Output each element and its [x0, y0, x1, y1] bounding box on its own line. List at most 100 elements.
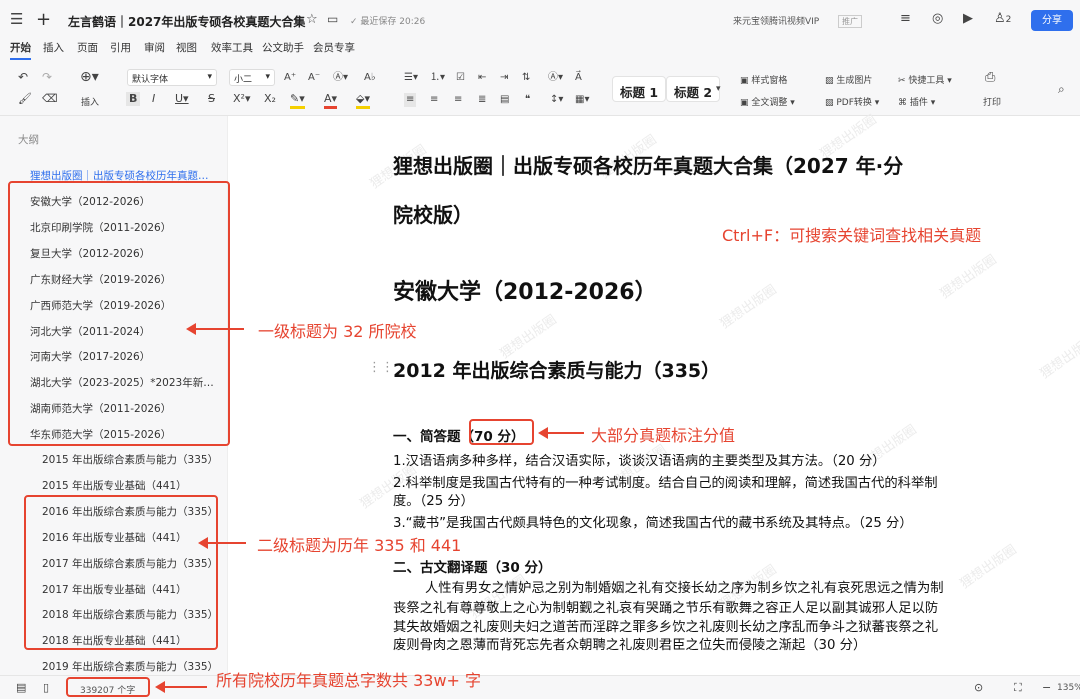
align-center-icon[interactable]: ≡: [430, 93, 438, 107]
print-label[interactable]: 打印: [983, 95, 1001, 108]
users-icon[interactable]: ♙2: [994, 12, 1011, 27]
numbered-list-icon[interactable]: ⒈▾: [430, 71, 445, 85]
doc-heading-1: 安徽大学（2012-2026）: [393, 280, 657, 305]
fullscreen-icon[interactable]: ⛶: [1014, 681, 1022, 695]
border-icon[interactable]: ▦▾: [575, 93, 589, 107]
toolbar-ribbon: ↶ ↷ 🖌 ⌫ ⊕▾ 插入 默认字体 ▾ 小二 ▾ A⁺ A⁻ Ⓐ▾ A♭ B I …: [0, 62, 1080, 116]
shrink-font-icon[interactable]: A⁻: [308, 71, 320, 85]
word-count-arrow: [155, 681, 207, 693]
generate-image-button[interactable]: ▨ 生成图片: [825, 73, 872, 86]
distribute-icon[interactable]: ▤: [500, 93, 509, 107]
undo-icon[interactable]: ↶: [18, 70, 28, 84]
question-1: 1.汉语语病多种多样，结合汉语实际，谈谈汉语语病的主要类型及其方法。（20 分）: [393, 454, 886, 469]
shading-icon[interactable]: ⬙▾: [356, 92, 370, 109]
chinese-layout-icon[interactable]: Ⓐ▾: [548, 71, 563, 85]
promo-badge: 推广: [838, 15, 862, 28]
drag-handle-icon[interactable]: ⋮⋮: [368, 360, 394, 375]
outline-toggle-icon[interactable]: ▤: [16, 681, 26, 695]
quote-icon[interactable]: ❝: [525, 93, 530, 107]
page-icon[interactable]: ▯: [43, 681, 49, 695]
zoom-level[interactable]: 135%: [1057, 683, 1080, 693]
share-button[interactable]: 分享: [1031, 10, 1073, 31]
question-2: 2.科举制度是我国古代特有的一种考试制度。结合自己的阅读和理解，简述我国古代的科…: [393, 476, 938, 491]
grid-icon[interactable]: ☰: [10, 12, 23, 27]
font-color-icon[interactable]: A▾: [324, 92, 338, 109]
tab-5[interactable]: 视图: [176, 40, 197, 55]
year-list-highlight: [24, 495, 218, 650]
style-window-button[interactable]: ▣ 样式窗格: [740, 73, 787, 86]
tab-7[interactable]: 公文助手: [262, 40, 304, 55]
full-adjust-button[interactable]: ▣ 全文调整 ▾: [740, 95, 795, 108]
font-family-value: 默认字体: [132, 75, 169, 85]
insert-plus-icon[interactable]: ⊕▾: [80, 70, 99, 84]
heading1-style[interactable]: 标题 1: [612, 76, 667, 102]
new-tab-button[interactable]: +: [36, 9, 51, 30]
heading2-style[interactable]: 标题 2: [666, 76, 721, 102]
quick-tools-button[interactable]: ✂ 快捷工具 ▾: [898, 73, 952, 86]
phonetic-icon[interactable]: A♭: [364, 71, 376, 85]
italic-button[interactable]: I: [152, 92, 155, 106]
outline-year-item[interactable]: 2015 年出版专业基础（441）: [42, 478, 222, 493]
font-size-select[interactable]: 小二 ▾: [229, 69, 275, 86]
document-title[interactable]: 左言鹤语｜2027年出版专硕各校真题大合集: [68, 13, 305, 30]
spacing-icon[interactable]: ↕▾: [550, 93, 563, 107]
redo-icon[interactable]: ↷: [42, 70, 52, 84]
strikethrough-button[interactable]: S: [208, 92, 215, 106]
vip-promo-link[interactable]: 来元宝领腾讯视频VIP: [733, 14, 819, 27]
align-left-icon[interactable]: ≡: [404, 93, 417, 107]
full-adjust-label: 全文调整: [751, 98, 788, 108]
tab-2[interactable]: 页面: [77, 40, 98, 55]
bullet-list-icon[interactable]: ☰▾: [404, 71, 418, 85]
format-painter-icon[interactable]: 🖌: [18, 92, 32, 106]
insert-label[interactable]: 插入: [81, 95, 99, 108]
outline-year-item[interactable]: 2019 年出版综合素质与能力（335）: [42, 659, 222, 674]
play-icon[interactable]: ⊙: [974, 681, 983, 695]
watermark-text: 狸想出版圈: [937, 252, 1000, 302]
zoom-out-icon[interactable]: −: [1042, 681, 1051, 695]
tab-3[interactable]: 引用: [110, 40, 131, 55]
superscript-button[interactable]: X²▾: [233, 92, 250, 106]
justify-icon[interactable]: ≣: [478, 93, 486, 107]
font-family-select[interactable]: 默认字体 ▾: [127, 69, 217, 86]
present-icon[interactable]: ▶: [963, 12, 973, 26]
menu-icon[interactable]: ≡: [900, 12, 911, 26]
outdent-icon[interactable]: ⇤: [478, 71, 486, 85]
level1-arrow: [186, 323, 244, 335]
search-icon[interactable]: ⌕: [1058, 82, 1065, 96]
outline-year-item[interactable]: 2015 年出版综合素质与能力（335）: [42, 452, 222, 467]
tab-1[interactable]: 插入: [43, 40, 64, 55]
save-status: ✓ 最近保存 20:26: [350, 17, 426, 27]
tab-0[interactable]: 开始: [10, 40, 31, 60]
bold-button[interactable]: B: [126, 92, 141, 106]
score-arrow: [538, 427, 584, 439]
checklist-icon[interactable]: ☑: [456, 71, 465, 85]
folder-icon[interactable]: ▭: [327, 12, 338, 26]
word-count-highlight: [66, 677, 150, 697]
passage-line: 丧祭之礼有尊尊敬上之心为制朝觐之礼哀有哭踊之节乐有歌舞之容正人足以副其诚邪人足以…: [393, 601, 939, 616]
pdf-convert-button[interactable]: ▧ PDF转换 ▾: [825, 95, 879, 108]
sort-icon[interactable]: ⇅: [522, 71, 530, 85]
star-icon[interactable]: ☆: [306, 13, 318, 27]
outline-title: 大纲: [18, 134, 39, 146]
align-right-icon[interactable]: ≡: [454, 93, 462, 107]
printer-icon[interactable]: ⎙: [985, 71, 995, 85]
line-spacing-icon[interactable]: A⃗: [575, 71, 582, 85]
ai-assistant-icon[interactable]: ◎: [932, 12, 943, 26]
subscript-button[interactable]: X₂: [264, 92, 276, 106]
styles-more-icon[interactable]: ▾: [716, 82, 721, 96]
document-canvas[interactable]: 狸想出版圈 狸想出版圈 狸想出版圈 狸想出版圈 狸想出版圈 狸想出版圈 狸想出版圈 狸想出版圈…: [295, 112, 1080, 675]
text-effect-icon[interactable]: Ⓐ▾: [333, 71, 348, 85]
tab-6[interactable]: 效率工具: [211, 40, 253, 55]
plugins-button[interactable]: ⌘ 插件 ▾: [898, 95, 935, 108]
clear-format-icon[interactable]: ⌫: [42, 92, 58, 106]
tab-8[interactable]: 会员专享: [313, 40, 355, 55]
highlight-icon[interactable]: ✎▾: [290, 92, 305, 109]
section-1-label: 一、简答题: [393, 429, 461, 445]
watermark-text: 狸想出版圈: [1037, 332, 1080, 382]
underline-button[interactable]: U▾: [175, 92, 189, 106]
grow-font-icon[interactable]: A⁺: [284, 71, 296, 85]
doc-title-line: 院校版）: [393, 203, 473, 227]
indent-icon[interactable]: ⇥: [500, 71, 508, 85]
ribbon-tabs: 开始 插入 页面 引用 审阅 视图 效率工具 公文助手 会员专享: [0, 40, 1080, 62]
tab-4[interactable]: 审阅: [144, 40, 165, 55]
